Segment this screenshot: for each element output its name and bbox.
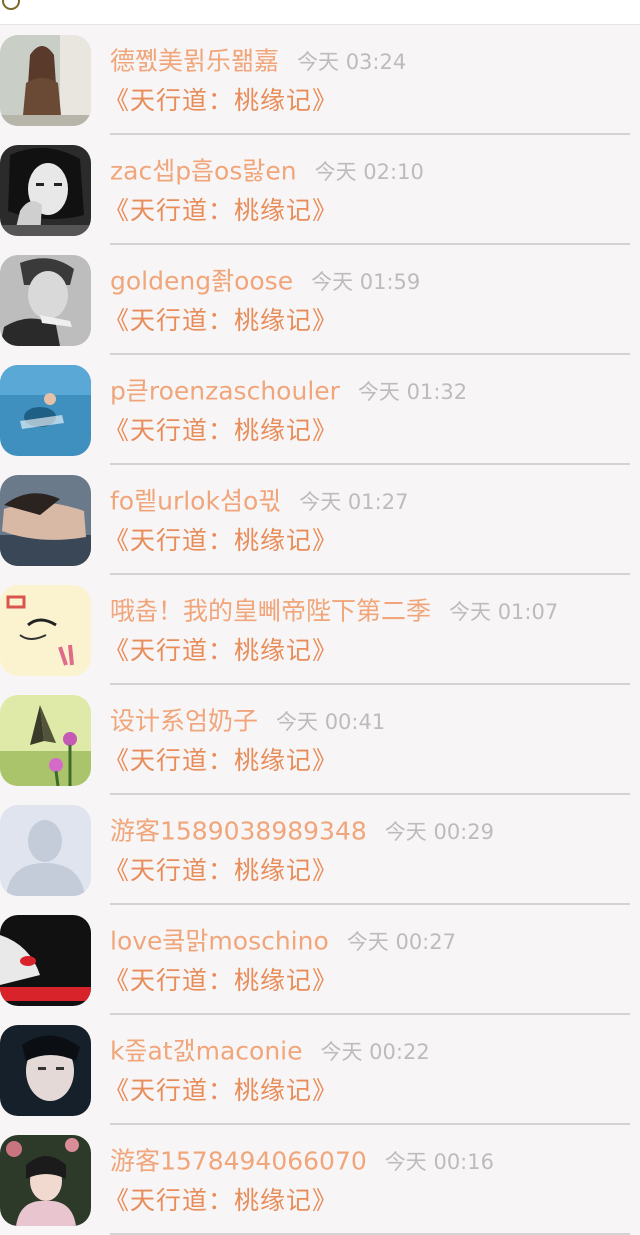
nickname[interactable]: 设计系엄奶子 xyxy=(110,707,258,736)
book-title[interactable]: 《天行道：桃缘记》 xyxy=(104,191,630,231)
timestamp: 今天 01:32 xyxy=(357,379,468,404)
woman-avatar-icon[interactable] xyxy=(0,35,91,126)
timestamp: 今天 01:59 xyxy=(311,269,421,294)
comment-list: 德쪬美뮑乐뫪嘉 今天 03:24 《天行道：桃缘记》 zac셉p흡os랋en 今天 … xyxy=(0,25,640,1235)
list-item[interactable]: 德쪬美뮑乐뫪嘉 今天 03:24 《天行道：桃缘记》 xyxy=(0,25,640,135)
list-item[interactable]: 哦춥！我的皇뻬帝陛下第二季 今天 01:07 《天行道：桃缘记》 xyxy=(0,575,640,685)
book-title[interactable]: 《天行道：桃缘记》 xyxy=(104,1181,630,1221)
back-icon[interactable] xyxy=(2,0,20,10)
list-item[interactable]: zac셉p흡os랋en 今天 02:10 《天行道：桃缘记》 xyxy=(0,135,640,245)
top-bar xyxy=(0,0,640,25)
book-title[interactable]: 《天行道：桃缘记》 xyxy=(104,521,630,561)
pool-avatar-icon[interactable] xyxy=(0,365,91,456)
nickname[interactable]: p큳roenzaschouler xyxy=(110,377,340,406)
comment-info: 游客1578494066070 今天 00:16 《天行道：桃缘记》 xyxy=(104,1141,630,1235)
comment-info: 哦춥！我的皇뻬帝陛下第二季 今天 01:07 《天行道：桃缘记》 xyxy=(104,591,630,685)
comment-info: 设计系엄奶子 今天 00:41 《天行道：桃缘记》 xyxy=(104,701,630,795)
comment-info: 德쪬美뮑乐뫪嘉 今天 03:24 《天行道：桃缘记》 xyxy=(104,41,630,135)
book-title[interactable]: 《天行道：桃缘记》 xyxy=(104,1071,630,1111)
nickname[interactable]: love쿸맑moschino xyxy=(110,927,329,956)
list-item[interactable]: 游客1578494066070 今天 00:16 《天行道：桃缘记》 xyxy=(0,1125,640,1235)
red-lips-avatar-icon[interactable] xyxy=(0,915,91,1006)
timestamp: 今天 03:24 xyxy=(297,49,407,74)
book-title[interactable]: 《天行道：桃缘记》 xyxy=(104,961,630,1001)
list-item[interactable]: p큳roenzaschouler 今天 01:32 《天行道：桃缘记》 xyxy=(0,355,640,465)
nickname[interactable]: fo렡urlok셤o끣 xyxy=(110,487,281,516)
comment-info: love쿸맑moschino 今天 00:27 《天行道：桃缘记》 xyxy=(104,921,630,1015)
timestamp: 今天 02:10 xyxy=(314,159,424,184)
butterfly-avatar-icon[interactable] xyxy=(0,695,91,786)
flower-girl-avatar-icon[interactable] xyxy=(0,1135,91,1226)
bw-man-avatar-icon[interactable] xyxy=(0,255,91,346)
timestamp: 今天 00:27 xyxy=(346,929,456,954)
nickname[interactable]: 德쪬美뮑乐뫪嘉 xyxy=(110,47,279,76)
book-title[interactable]: 《天行道：桃缘记》 xyxy=(104,81,630,121)
book-title[interactable]: 《天行道：桃缘记》 xyxy=(104,631,630,671)
list-item[interactable]: 游客1589038989348 今天 00:29 《天行道：桃缘记》 xyxy=(0,795,640,905)
nickname[interactable]: 哦춥！我的皇뻬帝陛下第二季 xyxy=(110,597,431,626)
comment-info: p큳roenzaschouler 今天 01:32 《天行道：桃缘记》 xyxy=(104,371,630,465)
timestamp: 今天 00:29 xyxy=(384,819,494,844)
list-item[interactable]: 设计系엄奶子 今天 00:41 《天行道：桃缘记》 xyxy=(0,685,640,795)
comment-info: 游客1589038989348 今天 00:29 《天行道：桃缘记》 xyxy=(104,811,630,905)
list-item[interactable]: love쿸맑moschino 今天 00:27 《天行道：桃缘记》 xyxy=(0,905,640,1015)
book-title[interactable]: 《天行道：桃缘记》 xyxy=(104,851,630,891)
face-avatar-icon[interactable] xyxy=(0,1025,91,1116)
comment-info: k즢at갨maconie 今天 00:22 《天行道：桃缘记》 xyxy=(104,1031,630,1125)
timestamp: 今天 00:41 xyxy=(276,709,386,734)
book-title[interactable]: 《天行道：桃缘记》 xyxy=(104,741,630,781)
book-title[interactable]: 《天行道：桃缘记》 xyxy=(104,301,630,341)
comment-info: goldeng좕oose 今天 01:59 《天行道：桃缘记》 xyxy=(104,261,630,355)
nickname[interactable]: 游客1578494066070 xyxy=(110,1147,367,1176)
timestamp: 今天 00:22 xyxy=(320,1039,430,1064)
list-item[interactable]: goldeng좕oose 今天 01:59 《天行道：桃缘记》 xyxy=(0,245,640,355)
cartoon-avatar-icon[interactable] xyxy=(0,585,91,676)
nickname[interactable]: zac셉p흡os랋en xyxy=(110,157,297,186)
timestamp: 今天 01:07 xyxy=(449,599,559,624)
nickname[interactable]: 游客1589038989348 xyxy=(110,817,367,846)
book-title[interactable]: 《天行道：桃缘记》 xyxy=(104,411,630,451)
girl-lying-avatar-icon[interactable] xyxy=(0,475,91,566)
list-item[interactable]: k즢at갨maconie 今天 00:22 《天行道：桃缘记》 xyxy=(0,1015,640,1125)
list-item[interactable]: fo렡urlok셤o끣 今天 01:27 《天行道：桃缘记》 xyxy=(0,465,640,575)
timestamp: 今天 00:16 xyxy=(384,1149,494,1174)
comment-info: fo렡urlok셤o끣 今天 01:27 《天行道：桃缘记》 xyxy=(104,481,630,575)
default-user-avatar-icon[interactable] xyxy=(0,805,91,896)
timestamp: 今天 01:27 xyxy=(299,489,409,514)
bw-woman-avatar-icon[interactable] xyxy=(0,145,91,236)
nickname[interactable]: k즢at갨maconie xyxy=(110,1037,303,1066)
comment-info: zac셉p흡os랋en 今天 02:10 《天行道：桃缘记》 xyxy=(104,151,630,245)
nickname[interactable]: goldeng좕oose xyxy=(110,267,293,296)
